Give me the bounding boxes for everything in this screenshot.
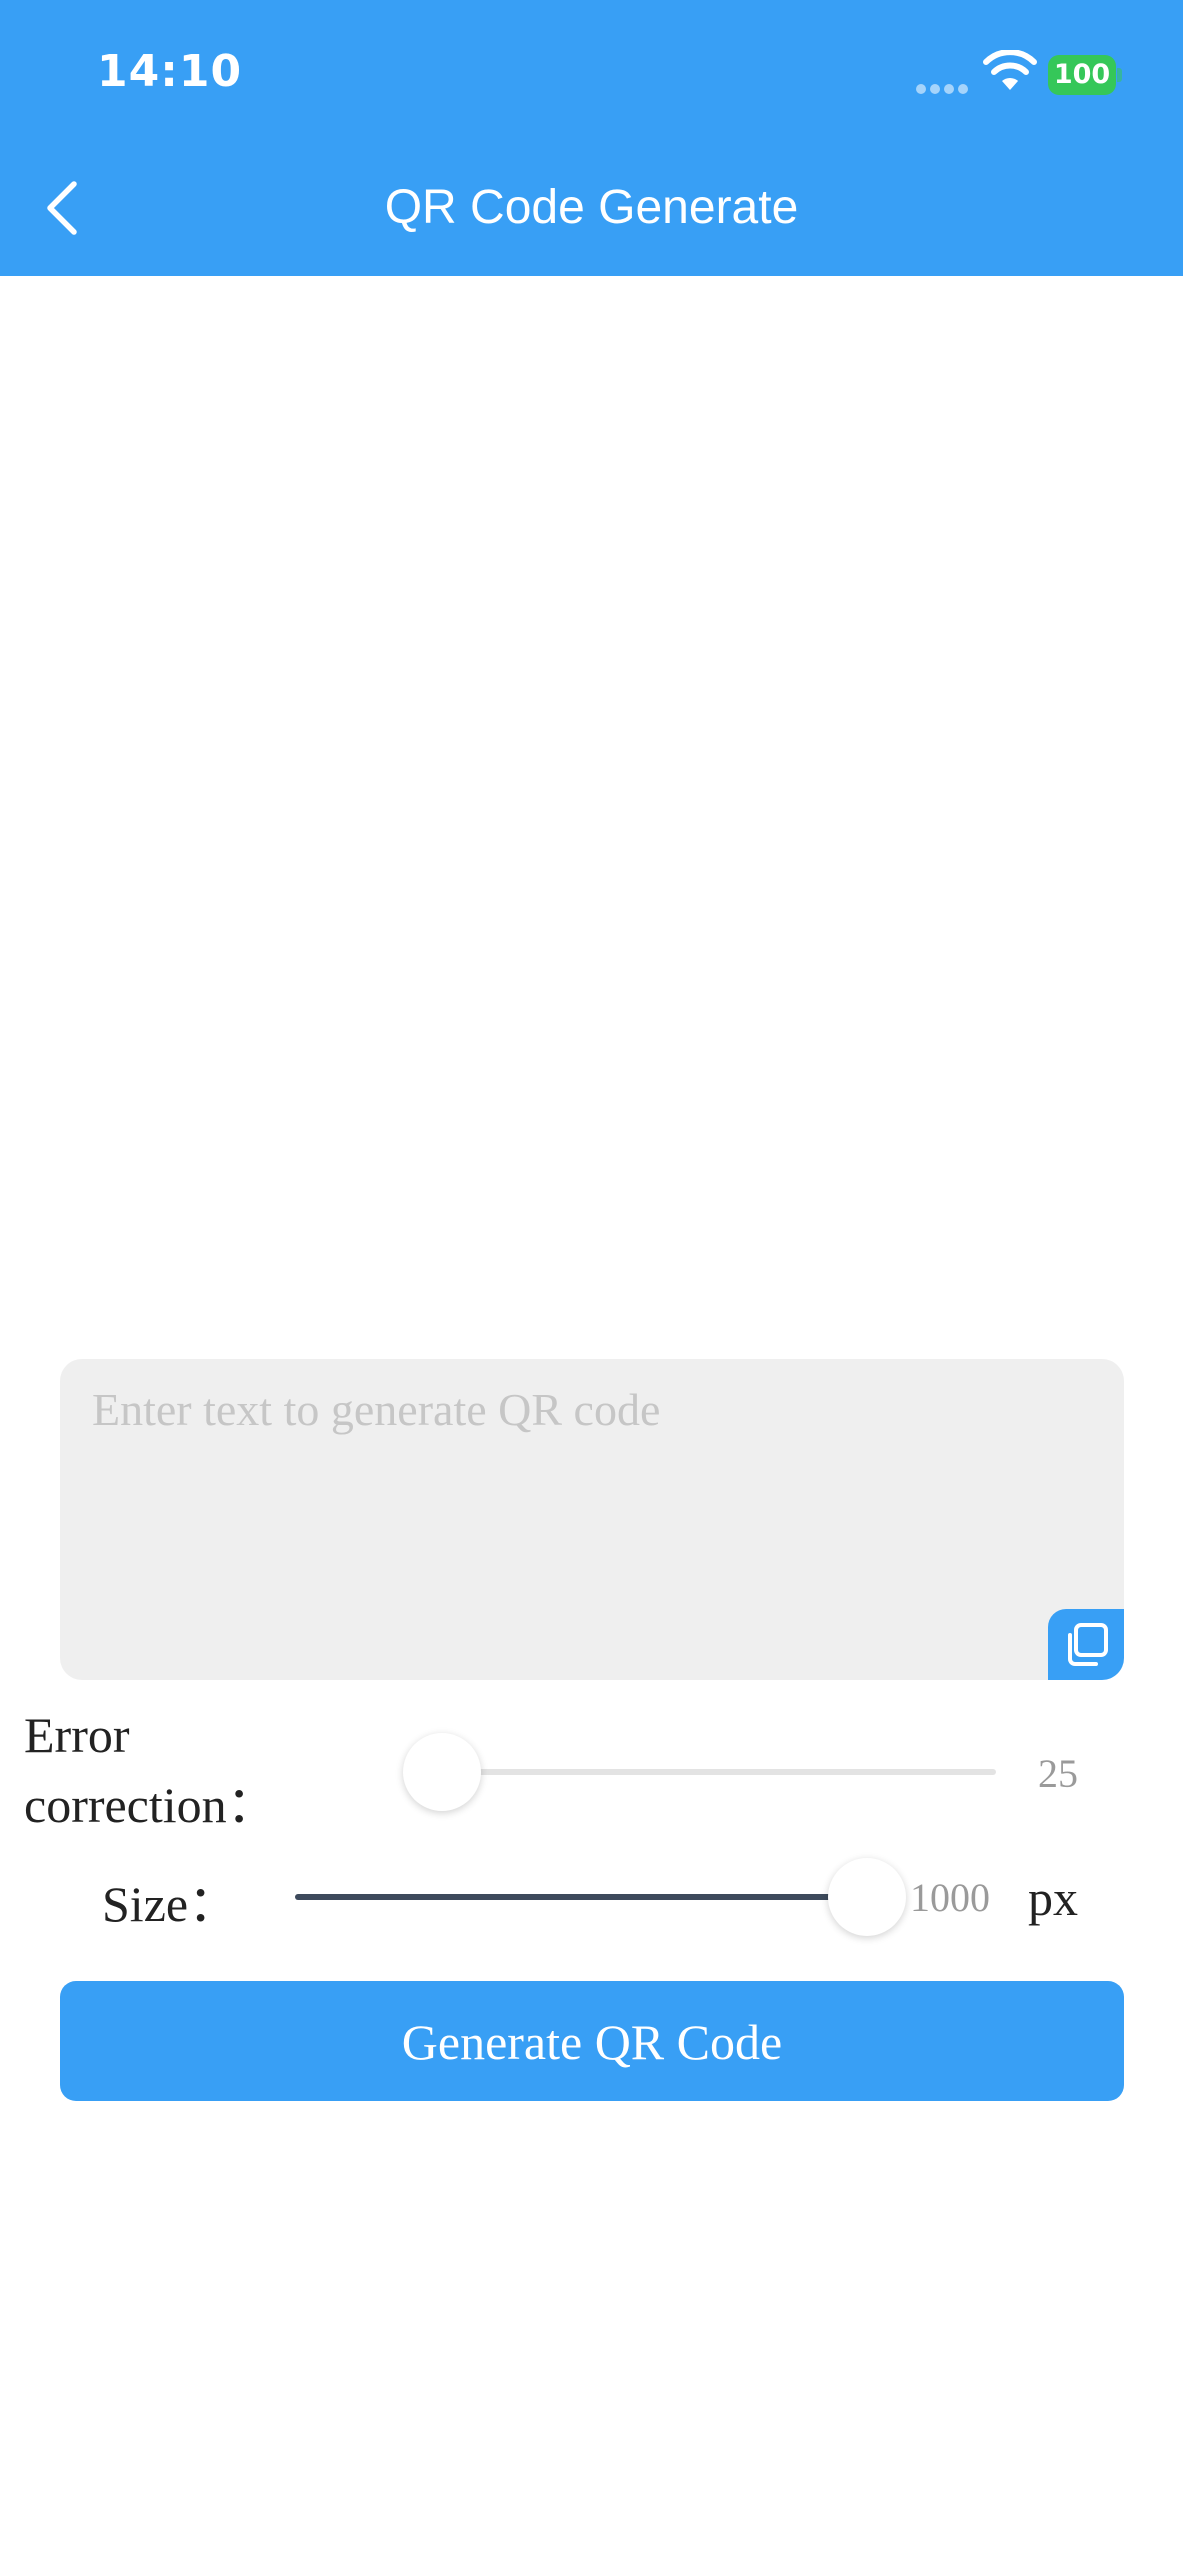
qr-code-preview	[0, 276, 1183, 1356]
copy-icon	[1068, 1623, 1108, 1666]
battery-level: 100	[1048, 55, 1116, 95]
copy-button[interactable]	[1048, 1609, 1124, 1680]
error-correction-label: Error correction：	[24, 1707, 277, 1833]
generate-qr-code-button[interactable]: Generate QR Code	[60, 1981, 1124, 2101]
wifi-icon	[983, 50, 1037, 90]
status-time: 14:10	[97, 46, 243, 97]
app-header: 14:10 100 QR Code Generate	[0, 0, 1183, 276]
battery-icon: 100	[1048, 55, 1122, 95]
error-correction-slider-thumb[interactable]	[403, 1733, 481, 1811]
qr-text-input[interactable]	[60, 1359, 1124, 1680]
cellular-signal-icon	[916, 84, 968, 94]
size-label: Size：	[102, 1876, 239, 1932]
error-correction-value: 25	[1038, 1751, 1078, 1796]
size-unit: px	[1028, 1870, 1078, 1926]
page-title: QR Code Generate	[384, 181, 799, 234]
error-correction-slider-track[interactable]	[441, 1769, 996, 1775]
size-slider-thumb[interactable]	[828, 1858, 906, 1936]
size-value: 1000	[910, 1875, 990, 1920]
size-slider-fill	[295, 1894, 868, 1900]
